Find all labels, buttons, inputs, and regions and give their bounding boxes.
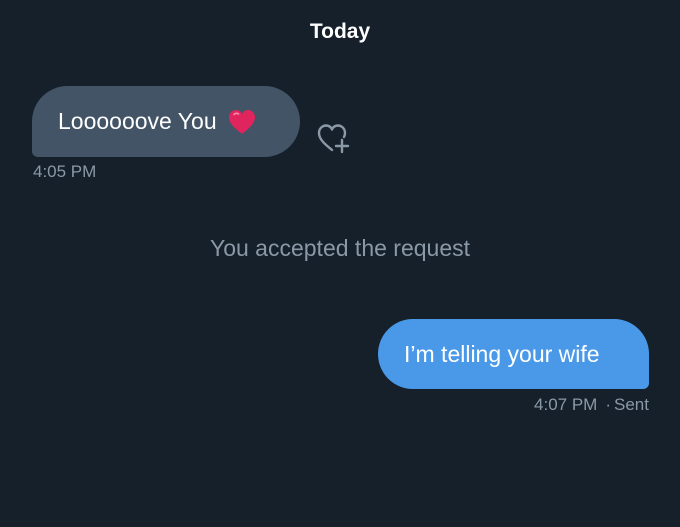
red-heart-emoji-icon [227, 108, 257, 136]
incoming-message-text: Loooooove You [58, 108, 217, 134]
message-status: Sent [614, 395, 649, 414]
date-header: Today [309, 20, 371, 43]
outgoing-message-text: I’m telling your wife [404, 340, 600, 367]
outgoing-message-timestamp: 4:07 PM [534, 395, 598, 414]
system-message: You accepted the request [209, 235, 471, 261]
incoming-message-timestamp: 4:05 PM [33, 162, 97, 181]
outgoing-message-meta: 4:07 PM · Sent [534, 395, 649, 415]
outgoing-message-bubble[interactable]: I’m telling your wife [378, 319, 649, 389]
incoming-message-bubble[interactable]: Loooooove You [32, 86, 300, 157]
meta-separator: · [605, 395, 612, 414]
heart-plus-icon[interactable] [314, 120, 352, 156]
